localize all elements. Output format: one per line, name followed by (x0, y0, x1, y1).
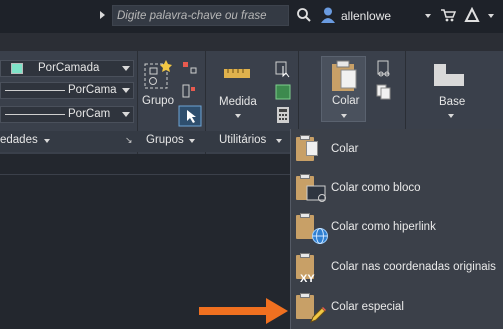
menu-item-label: Colar como bloco (331, 182, 421, 194)
menu-item-paste-as-hyperlink[interactable]: Colar como hiperlink (291, 209, 503, 247)
paste-dropdown-menu: Colar Colar como bloco Colar como hiperl… (290, 129, 503, 329)
menu-item-label: Colar especial (331, 301, 404, 313)
measure-icon[interactable] (223, 66, 251, 80)
menu-item-label: Colar nas coordenadas originais (331, 261, 496, 273)
layer-combo[interactable]: PorCamada (0, 60, 134, 77)
user-icon[interactable] (319, 6, 337, 24)
lineweight-combo[interactable]: PorCam (0, 106, 134, 123)
annotation-arrow-shaft (199, 307, 267, 315)
dialog-launcher-icon[interactable]: ↘ (125, 135, 133, 146)
paste-icon (296, 135, 318, 161)
base-button-label[interactable]: Base (439, 96, 465, 108)
paste-chevron-icon[interactable] (341, 114, 347, 118)
panel-divider (298, 51, 299, 131)
layer-color-swatch (11, 63, 23, 74)
lineweight-combo-value: PorCam (68, 108, 111, 120)
panel-title-properties[interactable]: edades (0, 134, 38, 146)
user-name[interactable]: allenlowe (341, 9, 391, 23)
paste-button-label[interactable]: Colar (332, 95, 359, 107)
chevron-down-icon (122, 112, 130, 117)
menu-item-label: Colar como hiperlink (331, 221, 436, 233)
panel-title-utilities[interactable]: Utilitários (219, 134, 266, 146)
menu-item-paste-special[interactable]: Colar especial (291, 289, 503, 327)
measure-button-label[interactable]: Medida (219, 96, 257, 108)
ribbon-panel-titles: edades ↘ Grupos Utilitários (0, 131, 298, 152)
paste-icon (332, 60, 357, 91)
measure-chevron-icon[interactable] (235, 114, 241, 118)
group-icon[interactable] (142, 58, 174, 92)
block-icon (306, 185, 326, 202)
cut-icon[interactable] (375, 60, 393, 78)
search-input[interactable] (113, 6, 288, 26)
layer-combo-value: PorCamada (38, 62, 100, 74)
group-edit-icon[interactable] (181, 83, 199, 101)
linetype-combo[interactable]: PorCama (0, 82, 134, 99)
ribbon-tabs-area (0, 33, 503, 51)
search-box[interactable] (112, 5, 289, 26)
search-expand-icon[interactable] (100, 11, 105, 19)
menu-item-paste-as-block[interactable]: Colar como bloco (291, 170, 503, 208)
search-icon[interactable] (296, 7, 312, 23)
ungroup-icon[interactable] (181, 60, 199, 78)
chevron-down-icon[interactable] (44, 139, 50, 143)
base-chevron-icon[interactable] (448, 114, 454, 118)
chevron-down-icon[interactable] (189, 139, 195, 143)
xy-icon: XY (300, 273, 315, 285)
cart-icon[interactable] (440, 8, 456, 22)
group-button-label[interactable]: Grupo (142, 95, 174, 107)
globe-icon (312, 228, 328, 244)
group-select-icon[interactable] (178, 105, 202, 127)
app-menu-chevron-icon[interactable] (488, 14, 494, 18)
linetype-combo-value: PorCama (68, 84, 117, 96)
menu-item-paste-original-coords[interactable]: XY Colar nas coordenadas originais (291, 249, 503, 287)
menu-item-paste[interactable]: Colar (291, 131, 503, 169)
line-preview (5, 90, 65, 91)
user-menu-chevron-icon[interactable] (425, 14, 431, 18)
panel-title-groups[interactable]: Grupos (146, 134, 184, 146)
divider (0, 174, 290, 175)
annotation-arrow-head (266, 298, 288, 324)
pencil-icon (310, 307, 326, 323)
chevron-down-icon (122, 88, 130, 93)
quick-select-icon[interactable] (274, 60, 292, 78)
menu-item-label: Colar (331, 143, 359, 155)
chevron-down-icon[interactable] (276, 139, 282, 143)
line-preview (5, 114, 65, 115)
select-similar-icon[interactable] (274, 83, 292, 101)
autodesk-app-icon[interactable] (464, 7, 480, 23)
chevron-down-icon (122, 66, 130, 71)
base-view-icon[interactable] (432, 62, 466, 88)
copy-icon[interactable] (375, 83, 393, 101)
calculator-icon[interactable] (274, 106, 292, 124)
